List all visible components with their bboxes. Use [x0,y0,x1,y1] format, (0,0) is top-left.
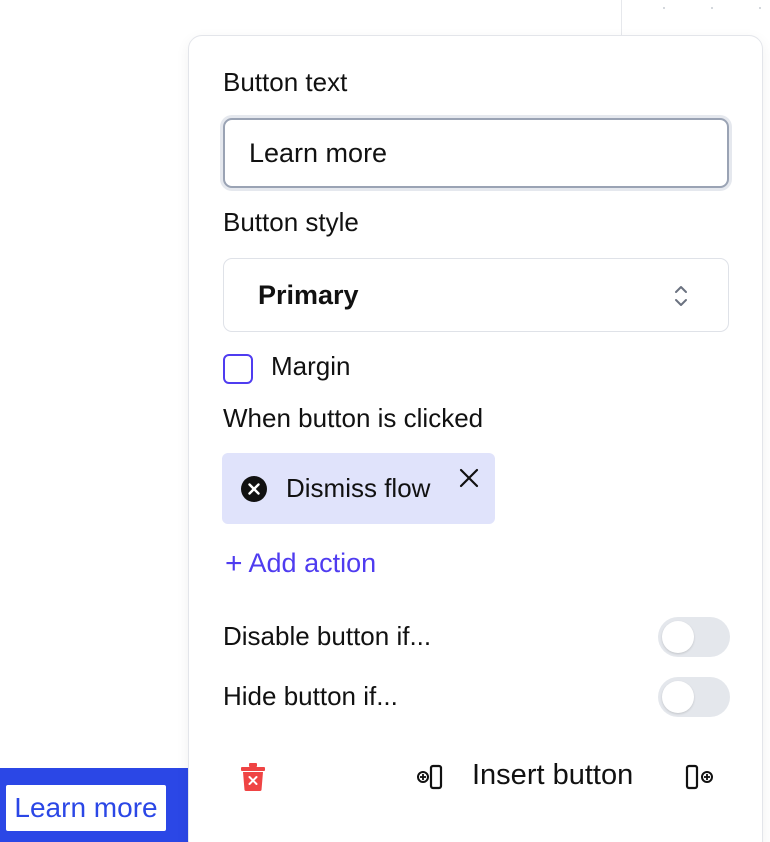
toggle-knob [662,621,694,653]
button-settings-panel: Button text Learn more Button style Prim… [188,35,763,842]
button-style-value: Primary [258,279,359,310]
plus-icon: + [225,546,243,580]
margin-label: Margin [271,351,351,381]
disable-button-label: Disable button if... [223,621,432,651]
insert-button-label[interactable]: Insert button [472,759,633,792]
add-action-button[interactable]: + Add action [225,548,376,579]
divider [621,0,622,40]
button-text-input[interactable]: Learn more [223,118,729,188]
grid-dot [663,7,665,9]
trash-icon[interactable] [239,762,267,792]
button-style-select[interactable]: Primary [223,258,729,332]
grid-dot [711,7,713,9]
disable-button-toggle[interactable] [658,617,730,657]
margin-checkbox[interactable] [223,354,253,384]
insert-left-icon[interactable] [417,764,445,790]
add-action-label: Add action [248,548,377,578]
action-chip-dismiss-flow[interactable]: Dismiss flow [222,453,495,524]
insert-right-icon[interactable] [685,764,715,790]
close-icon[interactable] [458,467,480,489]
button-text-label: Button text [223,67,348,97]
toggle-knob [662,681,694,713]
grid-dot [759,7,761,9]
action-chip-label: Dismiss flow [286,473,431,503]
button-style-label: Button style [223,207,359,237]
preview-learn-more-button[interactable]: Learn more [6,785,166,831]
hide-button-toggle[interactable] [658,677,730,717]
chevron-up-down-icon [675,286,687,306]
hide-button-label: Hide button if... [223,681,398,711]
x-circle-icon [241,476,267,502]
click-action-label: When button is clicked [223,403,484,433]
